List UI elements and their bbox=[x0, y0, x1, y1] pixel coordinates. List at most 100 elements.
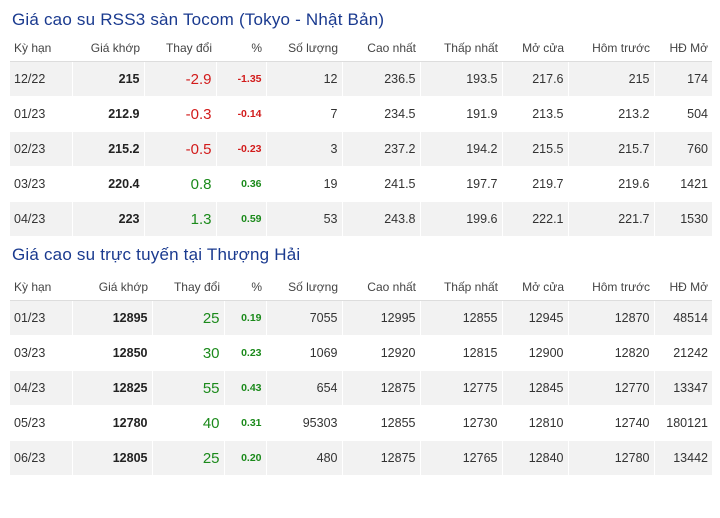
volume-cell: 654 bbox=[265, 370, 342, 406]
price-cell: 220.4 bbox=[71, 166, 144, 202]
open-cell: 12810 bbox=[501, 405, 568, 441]
prev-close-cell: 12820 bbox=[567, 335, 654, 371]
high-cell: 241.5 bbox=[341, 166, 420, 202]
header-term: Kỳ hạn bbox=[10, 273, 72, 301]
open-interest-cell: 174 bbox=[653, 61, 712, 97]
volume-cell: 7055 bbox=[265, 300, 342, 336]
change-cell: 25 bbox=[151, 440, 224, 476]
tocom-price-table: Kỳ hạn Giá khớp Thay đổi% Số lượng Cao nhất T… bbox=[10, 34, 712, 237]
term-cell: 04/23 bbox=[10, 201, 72, 237]
header-volume: Số lượng bbox=[266, 34, 342, 62]
percent-cell: 0.36 bbox=[215, 166, 266, 202]
low-cell: 197.7 bbox=[419, 166, 502, 202]
table-row: 03/23 220.4 0.8 0.36 19 241.5 197.7 219.7 219.6 1… bbox=[10, 166, 712, 202]
open-interest-cell: 13347 bbox=[653, 370, 712, 406]
table-row: 12/22 215 -2.9 -1.35 12 236.5 193.5 217.6 215 174 bbox=[10, 61, 712, 97]
volume-cell: 53 bbox=[265, 201, 342, 237]
volume-cell: 12 bbox=[265, 61, 342, 97]
open-cell: 222.1 bbox=[501, 201, 568, 237]
high-cell: 234.5 bbox=[341, 96, 420, 132]
low-cell: 193.5 bbox=[419, 61, 502, 97]
price-cell: 12825 bbox=[71, 370, 152, 406]
percent-cell: 0.23 bbox=[223, 335, 266, 371]
prev-close-cell: 213.2 bbox=[567, 96, 654, 132]
prev-close-cell: 12770 bbox=[567, 370, 654, 406]
change-cell: 25 bbox=[151, 300, 224, 336]
percent-cell: 0.20 bbox=[223, 440, 266, 476]
low-cell: 194.2 bbox=[419, 131, 502, 167]
prev-close-cell: 215 bbox=[567, 61, 654, 97]
change-cell: -0.3 bbox=[143, 96, 216, 132]
tocom-section-title: Giá cao su RSS3 sàn Tocom (Tokyo - Nhật … bbox=[12, 10, 385, 29]
open-interest-cell: 760 bbox=[653, 131, 712, 167]
table-row: 03/23 12850 30 0.23 1069 12920 12815 12900 12820… bbox=[10, 335, 712, 371]
header-percent: % bbox=[216, 34, 266, 62]
change-cell: 40 bbox=[151, 405, 224, 441]
volume-cell: 480 bbox=[265, 440, 342, 476]
table-row: 04/23 223 1.3 0.59 53 243.8 199.6 222.1 221.7 153… bbox=[10, 201, 712, 237]
price-cell: 12805 bbox=[71, 440, 152, 476]
change-cell: 0.8 bbox=[143, 166, 216, 202]
high-cell: 243.8 bbox=[341, 201, 420, 237]
percent-cell: -0.14 bbox=[215, 96, 266, 132]
header-open-interest: HĐ Mở bbox=[654, 34, 712, 62]
term-cell: 02/23 bbox=[10, 131, 72, 167]
change-cell: -2.9 bbox=[143, 61, 216, 97]
open-cell: 217.6 bbox=[501, 61, 568, 97]
header-term: Kỳ hạn bbox=[10, 34, 72, 62]
header-price: Giá khớp bbox=[72, 273, 152, 301]
open-cell: 12900 bbox=[501, 335, 568, 371]
open-cell: 213.5 bbox=[501, 96, 568, 132]
term-cell: 06/23 bbox=[10, 440, 72, 476]
percent-cell: 0.19 bbox=[223, 300, 266, 336]
change-cell: -0.5 bbox=[143, 131, 216, 167]
table-row: 06/23 12805 25 0.20 480 12875 12765 12840 12780 1… bbox=[10, 440, 712, 476]
table-header-row: Kỳ hạn Giá khớp Thay đổi% Số lượng Cao nhất T… bbox=[10, 34, 712, 62]
header-change: Thay đổi bbox=[144, 34, 216, 62]
open-interest-cell: 1530 bbox=[653, 201, 712, 237]
high-cell: 12855 bbox=[341, 405, 420, 441]
prev-close-cell: 12870 bbox=[567, 300, 654, 336]
open-cell: 12840 bbox=[501, 440, 568, 476]
header-high: Cao nhất bbox=[342, 34, 420, 62]
table-header-row: Kỳ hạn Giá khớp Thay đổi% Số lượng Cao nhất T… bbox=[10, 273, 712, 301]
term-cell: 01/23 bbox=[10, 300, 72, 336]
term-cell: 04/23 bbox=[10, 370, 72, 406]
header-percent: % bbox=[224, 273, 266, 301]
price-cell: 12895 bbox=[71, 300, 152, 336]
percent-cell: 0.59 bbox=[215, 201, 266, 237]
high-cell: 12875 bbox=[341, 370, 420, 406]
open-interest-cell: 504 bbox=[653, 96, 712, 132]
header-prev-close: Hôm trước bbox=[568, 273, 654, 301]
high-cell: 236.5 bbox=[341, 61, 420, 97]
low-cell: 12815 bbox=[419, 335, 502, 371]
term-cell: 05/23 bbox=[10, 405, 72, 441]
volume-cell: 19 bbox=[265, 166, 342, 202]
percent-cell: 0.31 bbox=[223, 405, 266, 441]
shanghai-section-title: Giá cao su trực tuyến tại Thượng Hải bbox=[12, 245, 301, 264]
header-low: Thấp nhất bbox=[420, 273, 502, 301]
open-cell: 12845 bbox=[501, 370, 568, 406]
prev-close-cell: 12740 bbox=[567, 405, 654, 441]
term-cell: 12/22 bbox=[10, 61, 72, 97]
term-cell: 03/23 bbox=[10, 335, 72, 371]
price-cell: 212.9 bbox=[71, 96, 144, 132]
table-row: 04/23 12825 55 0.43 654 12875 12775 12845 12770 1… bbox=[10, 370, 712, 406]
header-open: Mở cửa bbox=[502, 34, 568, 62]
high-cell: 12995 bbox=[341, 300, 420, 336]
low-cell: 12730 bbox=[419, 405, 502, 441]
volume-cell: 95303 bbox=[265, 405, 342, 441]
open-interest-cell: 21242 bbox=[653, 335, 712, 371]
open-cell: 219.7 bbox=[501, 166, 568, 202]
prev-close-cell: 219.6 bbox=[567, 166, 654, 202]
price-cell: 215 bbox=[71, 61, 144, 97]
percent-cell: -1.35 bbox=[215, 61, 266, 97]
low-cell: 191.9 bbox=[419, 96, 502, 132]
open-interest-cell: 13442 bbox=[653, 440, 712, 476]
low-cell: 199.6 bbox=[419, 201, 502, 237]
table-row: 01/23 212.9 -0.3 -0.14 7 234.5 191.9 213.5 213.2… bbox=[10, 96, 712, 132]
high-cell: 12875 bbox=[341, 440, 420, 476]
volume-cell: 3 bbox=[265, 131, 342, 167]
prev-close-cell: 221.7 bbox=[567, 201, 654, 237]
open-cell: 215.5 bbox=[501, 131, 568, 167]
